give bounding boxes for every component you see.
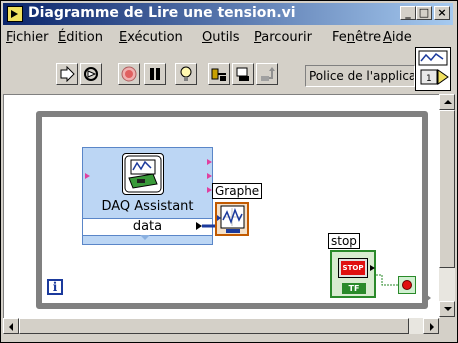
run-button[interactable] [56,63,78,85]
arrow-left-icon [9,323,13,331]
boolean-wire [376,274,398,286]
step-into-icon [236,67,249,81]
retain-wire-values-icon [211,68,226,81]
menu-parcourir-rest: arcourir [261,30,312,45]
run-arrow-icon [60,66,75,82]
vertical-scrollbar[interactable] [439,94,455,317]
menu-parcourir[interactable]: Parcourir [254,30,312,45]
pause-icon [150,68,160,80]
window-title: Diagramme de Lire une tension.vi [28,5,296,21]
menu-fichier[interactable]: Fichier [6,30,49,45]
step-into-button[interactable] [232,63,254,85]
close-button[interactable]: × [434,6,450,20]
vertical-scroll-thumb[interactable] [439,110,455,268]
arrow-down-icon [444,307,452,311]
menu-edition-accel: É [58,30,67,45]
menu-outils-accel: O [202,30,213,45]
menu-outils-rest: utils [212,30,240,45]
highlight-execution-icon [180,66,192,81]
font-select[interactable]: Police de l'application [305,65,415,87]
scroll-down-button[interactable] [439,301,455,317]
menu-fenetre-accel: n [346,30,356,45]
menu-fenetre-pre: Fe [332,30,347,45]
stop-type-label: TF [342,283,366,294]
stop-if-true-condition-icon[interactable] [398,276,416,294]
menu-aide-accel: A [383,30,392,45]
run-continuously-icon [84,67,98,81]
step-out-icon [261,67,275,81]
menu-bar: Fichier Édition Exécution Outils Parcour… [3,28,413,48]
menu-execution-accel: E [119,30,128,45]
connector-pane-icon[interactable]: 1 [415,47,451,91]
abort-icon [121,66,137,82]
menu-aide[interactable]: Aide [383,30,412,45]
scroll-left-button[interactable] [3,318,19,334]
vi-icon-art: 1 [418,50,449,85]
waveform-graph-icon [217,205,245,233]
menu-aide-rest: ide [391,30,412,45]
menu-execution-rest: xécution [127,30,183,45]
menu-edition-rest: dition [66,30,103,45]
stop-terminal[interactable]: STOP TF [330,250,376,298]
scroll-right-button[interactable] [423,318,439,334]
maximize-button[interactable]: □ [416,6,432,20]
menu-fichier-rest: ichier [12,30,49,45]
abort-button[interactable] [118,63,140,85]
toolbar: Police de l'application [3,61,415,87]
vi-window: Diagramme de Lire une tension.vi _ □ × F… [0,0,458,343]
labview-vi-icon [7,6,23,22]
stop-button-text: STOP [341,261,365,275]
block-diagram[interactable]: i DAQ Assistant data Graphe stop STOP TF [3,94,440,318]
highlight-execution-button[interactable] [175,63,197,85]
minimize-button[interactable]: _ [400,6,416,20]
menu-fenetre[interactable]: Fenêtre [332,30,381,45]
scroll-up-button[interactable] [439,94,455,110]
stop-label[interactable]: stop [328,233,360,249]
title-bar[interactable]: Diagramme de Lire une tension.vi _ □ × [3,3,453,25]
connector-number: 1 [426,74,432,84]
arrow-up-icon [444,100,452,104]
graph-terminal[interactable] [215,202,249,236]
menu-outils[interactable]: Outils [202,30,240,45]
menu-fenetre-rest: être [355,30,382,45]
stop-button-icon: STOP [338,258,368,278]
horizontal-scrollbar[interactable] [3,318,439,334]
pause-button[interactable] [144,63,166,85]
arrow-right-icon [430,323,434,331]
step-out-button[interactable] [256,63,278,85]
horizontal-scroll-thumb[interactable] [19,318,409,334]
menu-execution[interactable]: Exécution [119,30,183,45]
stop-output-arrow [370,265,375,271]
menu-edition[interactable]: Édition [58,30,103,45]
retain-wire-values-button[interactable] [208,63,230,85]
data-output-arrow [196,222,202,230]
graph-label[interactable]: Graphe [212,183,263,199]
run-continuously-button[interactable] [80,63,102,85]
scrollbar-corner [439,318,455,334]
